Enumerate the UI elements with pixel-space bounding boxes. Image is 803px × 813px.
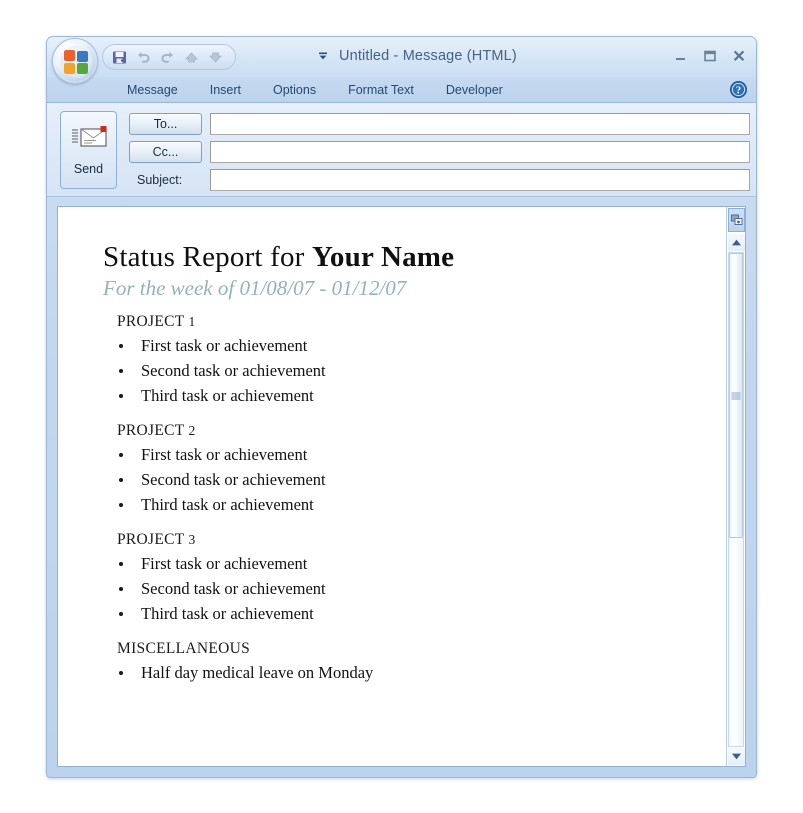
subject-label: Subject:: [137, 173, 183, 187]
section-heading-text: PROJECT: [117, 531, 185, 548]
recipient-fields: To... Cc... Subject:: [129, 113, 750, 191]
office-orb-glyph: [60, 46, 92, 78]
cc-button[interactable]: Cc...: [129, 141, 202, 163]
svg-text:?: ?: [736, 85, 742, 97]
scroll-down-arrow-icon[interactable]: [728, 748, 745, 765]
list-item: Second task or achievement: [103, 576, 708, 601]
section-heading: PROJECT 2: [117, 422, 708, 440]
message-window: Untitled - Message (HTML) Message Insert…: [46, 36, 757, 778]
save-icon[interactable]: [108, 47, 130, 67]
scrollbar-track[interactable]: [728, 252, 744, 747]
cc-row: Cc...: [129, 141, 750, 163]
page-title-bold: Your Name: [312, 241, 455, 273]
section-heading-number: 2: [188, 423, 196, 438]
task-list: First task or achievement Second task or…: [103, 442, 708, 517]
subject-row: Subject:: [129, 169, 750, 191]
maximize-button[interactable]: [699, 46, 721, 65]
window-controls: [670, 46, 750, 65]
send-button[interactable]: Send: [60, 111, 117, 189]
section-heading: MISCELLANEOUS: [117, 640, 708, 658]
section-heading-text: PROJECT: [117, 422, 185, 439]
redo-icon[interactable]: [156, 47, 178, 67]
list-item: First task or achievement: [103, 442, 708, 467]
office-orb-square-yellow: [64, 63, 75, 74]
section-project-2: PROJECT 2 First task or achievement Seco…: [103, 422, 708, 517]
to-row: To...: [129, 113, 750, 135]
scroll-thumb[interactable]: [729, 253, 743, 538]
cc-input[interactable]: [210, 141, 750, 163]
section-project-1: PROJECT 1 First task or achievement Seco…: [103, 313, 708, 408]
help-icon[interactable]: ?: [729, 80, 748, 99]
minimize-button[interactable]: [670, 46, 692, 65]
undo-icon[interactable]: [132, 47, 154, 67]
list-item: Second task or achievement: [103, 467, 708, 492]
window-title: Untitled - Message (HTML): [339, 48, 517, 64]
list-item: First task or achievement: [103, 551, 708, 576]
scroll-up-arrow-icon[interactable]: [728, 234, 745, 251]
to-button[interactable]: To...: [129, 113, 202, 135]
section-miscellaneous: MISCELLANEOUS Half day medical leave on …: [103, 640, 708, 685]
page-title-plain: Status Report for: [103, 241, 312, 273]
next-item-icon[interactable]: [204, 47, 226, 67]
office-orb-button[interactable]: [52, 38, 98, 84]
tab-options[interactable]: Options: [257, 79, 332, 102]
section-heading: PROJECT 1: [117, 313, 708, 331]
office-orb-square-orange: [64, 50, 75, 61]
ribbon-tab-strip: Message Insert Options Format Text Devel…: [47, 77, 756, 103]
previous-item-icon[interactable]: [180, 47, 202, 67]
task-list: First task or achievement Second task or…: [103, 333, 708, 408]
section-heading: PROJECT 3: [117, 531, 708, 549]
section-heading-number: 1: [188, 314, 196, 329]
to-input[interactable]: [210, 113, 750, 135]
title-bar: Untitled - Message (HTML): [47, 37, 756, 84]
section-heading-number: 3: [188, 532, 196, 547]
document-page[interactable]: Status Report for Your Name For the week…: [58, 207, 728, 766]
close-button[interactable]: [728, 46, 750, 65]
tab-message[interactable]: Message: [111, 79, 194, 102]
list-item: Half day medical leave on Monday: [103, 660, 708, 685]
message-body-area[interactable]: Status Report for Your Name For the week…: [57, 206, 746, 767]
tab-format-text[interactable]: Format Text: [332, 79, 430, 102]
list-item: Third task or achievement: [103, 383, 708, 408]
select-browse-object-icon[interactable]: [728, 208, 745, 232]
chevron-down-icon[interactable]: [316, 49, 330, 63]
tab-insert[interactable]: Insert: [194, 79, 257, 102]
list-item: Third task or achievement: [103, 601, 708, 626]
section-heading-text: PROJECT: [117, 313, 185, 330]
task-list: Half day medical leave on Monday: [103, 660, 708, 685]
send-envelope-icon: [70, 124, 108, 157]
scroll-thumb-grip: [731, 392, 741, 399]
page-title: Status Report for Your Name: [103, 241, 708, 274]
quick-access-toolbar: [102, 44, 236, 70]
send-button-label: Send: [73, 162, 104, 176]
office-orb-square-green: [77, 63, 88, 74]
tab-developer[interactable]: Developer: [430, 79, 519, 102]
list-item: First task or achievement: [103, 333, 708, 358]
task-list: First task or achievement Second task or…: [103, 551, 708, 626]
compose-header: Send To... Cc... Subject:: [47, 103, 756, 197]
page-subtitle: For the week of 01/08/07 - 01/12/07: [103, 276, 407, 300]
section-project-3: PROJECT 3 First task or achievement Seco…: [103, 531, 708, 626]
section-heading-text: MISCELLANEOUS: [117, 640, 251, 657]
office-orb-square-blue: [77, 51, 88, 62]
list-item: Third task or achievement: [103, 492, 708, 517]
vertical-scrollbar[interactable]: [726, 207, 745, 766]
list-item: Second task or achievement: [103, 358, 708, 383]
subject-input[interactable]: [210, 169, 750, 191]
